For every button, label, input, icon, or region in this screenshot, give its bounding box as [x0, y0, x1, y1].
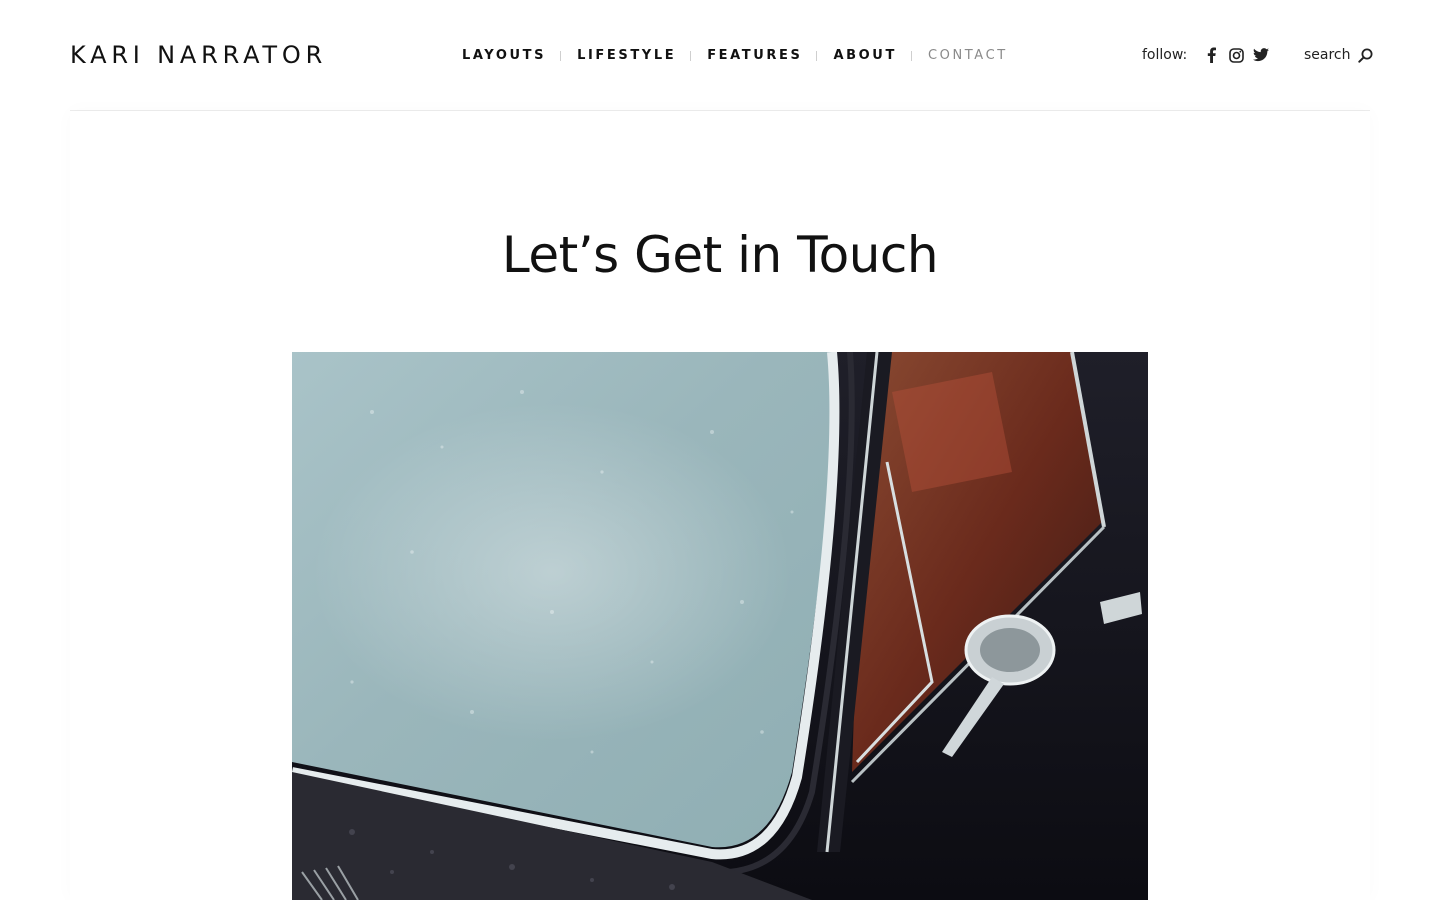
- nav-separator: [910, 51, 912, 61]
- instagram-icon[interactable]: [1227, 46, 1245, 64]
- nav-item-lifestyle[interactable]: LIFESTYLE: [577, 44, 676, 68]
- nav-item-about[interactable]: ABOUT: [833, 44, 896, 68]
- nav-item-features[interactable]: FEATURES: [707, 44, 802, 68]
- nav-item-contact[interactable]: CONTACT: [928, 44, 1008, 68]
- site-logo[interactable]: KARI NARRATOR: [70, 38, 327, 72]
- search-label: search: [1304, 47, 1351, 63]
- twitter-icon[interactable]: [1252, 46, 1270, 64]
- facebook-icon[interactable]: [1202, 46, 1220, 64]
- follow-links: follow:: [1142, 43, 1270, 67]
- search-toggle[interactable]: search: [1304, 43, 1373, 67]
- follow-label: follow:: [1142, 47, 1188, 63]
- nav-item-layouts[interactable]: LAYOUTS: [462, 44, 546, 68]
- nav-separator: [560, 51, 562, 61]
- nav-separator: [816, 51, 818, 61]
- search-icon[interactable]: [1357, 48, 1373, 63]
- main-nav: LAYOUTS LIFESTYLE FEATURES ABOUT CONTACT: [462, 44, 1008, 68]
- page-title: Let’s Get in Touch: [501, 226, 939, 284]
- nav-separator: [690, 51, 692, 61]
- hero-image: [292, 352, 1148, 900]
- site-header: KARI NARRATOR LAYOUTS LIFESTYLE FEATURES…: [0, 0, 1440, 110]
- page: KARI NARRATOR LAYOUTS LIFESTYLE FEATURES…: [0, 0, 1440, 900]
